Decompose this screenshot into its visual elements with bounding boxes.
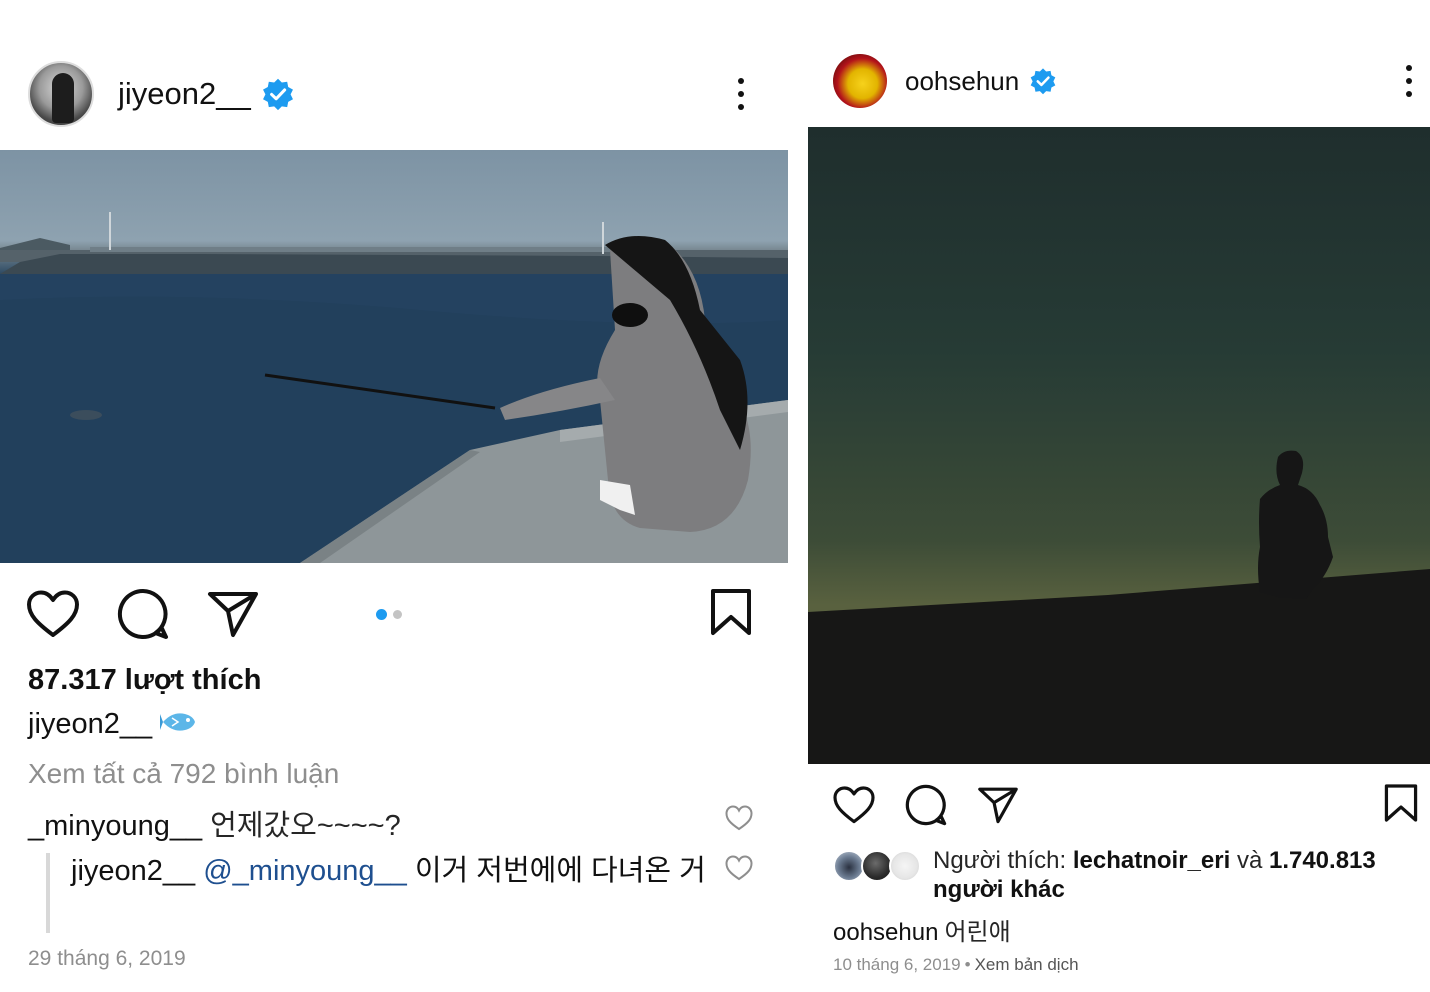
- caption-username[interactable]: oohsehun: [833, 919, 938, 946]
- reply-text: 이거 저번에에 다녀온 거: [414, 855, 706, 887]
- verified-badge-icon: [1029, 67, 1057, 95]
- post-date: 29 tháng 6, 2019: [28, 947, 186, 970]
- carousel-dot: [393, 609, 402, 619]
- post-photo[interactable]: [0, 150, 788, 563]
- likes-count[interactable]: 87.317 lượt thích: [28, 664, 261, 697]
- liked-and: và: [1236, 847, 1263, 874]
- fish-emoji-icon: [160, 709, 198, 742]
- post-header: oohsehun: [808, 50, 1430, 112]
- avatar[interactable]: [28, 61, 94, 127]
- comment-text: 언제갔오~~~~?: [210, 810, 401, 842]
- view-all-comments-link[interactable]: Xem tất cả 792 bình luận: [28, 758, 339, 790]
- post-photo[interactable]: [808, 127, 1430, 764]
- post-meta: 10 tháng 6, 2019 • Xem bản dịch: [833, 955, 1079, 975]
- liked-user[interactable]: lechatnoir_eri: [1073, 847, 1230, 874]
- share-icon[interactable]: [977, 786, 1019, 824]
- more-options-icon[interactable]: [738, 78, 744, 110]
- share-icon[interactable]: [207, 590, 259, 638]
- liked-by: Người thích: lechatnoir_eri và 1.740.813…: [833, 846, 1403, 904]
- liked-prefix: Người thích:: [933, 847, 1067, 874]
- liked-by-text[interactable]: Người thích: lechatnoir_eri và 1.740.813…: [933, 846, 1403, 904]
- more-options-icon[interactable]: [1406, 65, 1412, 97]
- post-oohsehun: oohsehun Người thích: lechatnoir_eri và …: [808, 0, 1430, 992]
- carousel-indicator: [376, 608, 402, 620]
- avatar[interactable]: [833, 54, 887, 108]
- liker-avatars[interactable]: [833, 850, 921, 884]
- liker-avatar: [889, 850, 921, 882]
- heart-icon[interactable]: [833, 786, 875, 824]
- post-actions: [808, 780, 1430, 830]
- translate-link[interactable]: Xem bản dịch: [975, 955, 1079, 974]
- post-username[interactable]: oohsehun: [905, 66, 1019, 97]
- post-header: jiyeon2__: [0, 58, 790, 130]
- comment-icon[interactable]: [117, 588, 169, 640]
- bookmark-icon[interactable]: [1384, 783, 1418, 828]
- post-actions: [0, 585, 790, 643]
- caption: oohsehun 어린애: [833, 912, 1011, 947]
- reply-thread-line: [46, 853, 50, 933]
- post-date: 10 tháng 6, 2019: [833, 955, 961, 974]
- comment-row: _minyoung__ 언제갔오~~~~?: [28, 802, 401, 844]
- caption-text: 어린애: [944, 919, 1011, 946]
- caption-username[interactable]: jiyeon2__: [28, 708, 152, 740]
- post-username[interactable]: jiyeon2__: [118, 76, 251, 112]
- reply-row: jiyeon2__ @_minyoung__ 이거 저번에에 다녀온 거: [71, 852, 711, 890]
- heart-icon[interactable]: [27, 590, 79, 638]
- meta-separator: •: [964, 955, 971, 974]
- bookmark-icon[interactable]: [710, 588, 752, 641]
- reply-username[interactable]: jiyeon2__: [71, 855, 195, 887]
- comment-username[interactable]: _minyoung__: [28, 810, 202, 842]
- comment-icon[interactable]: [905, 784, 947, 826]
- carousel-dot-active: [376, 608, 387, 620]
- caption: jiyeon2__: [28, 708, 198, 742]
- post-jiyeon: jiyeon2__ 87.317 lượt thích jiyeon2__ Xe…: [0, 0, 790, 992]
- reply-mention[interactable]: @_minyoung__: [203, 855, 407, 887]
- small-heart-icon[interactable]: [725, 855, 753, 886]
- small-heart-icon[interactable]: [725, 805, 753, 836]
- verified-badge-icon: [261, 77, 295, 111]
